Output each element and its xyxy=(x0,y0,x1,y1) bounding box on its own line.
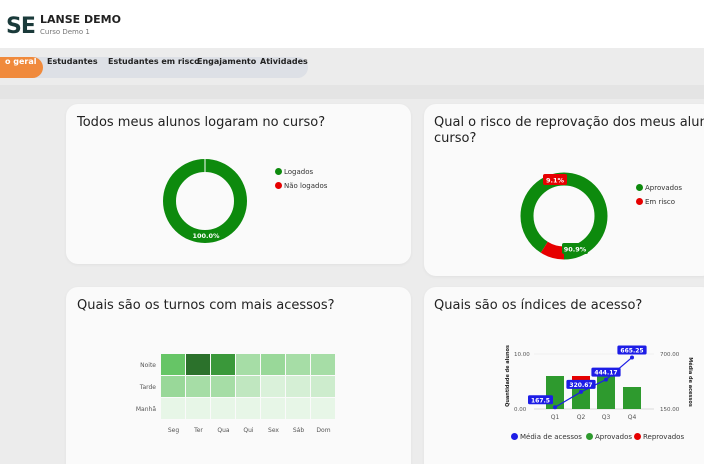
heatmap-cell xyxy=(211,376,235,397)
right-axis-title: Média de acessos xyxy=(687,357,694,407)
heatmap-cell xyxy=(311,354,335,375)
avg-access-point xyxy=(604,377,608,382)
left-axis-title: Quantidade de alunos xyxy=(505,345,511,407)
heatmap-col-label: Qua xyxy=(217,427,230,434)
heatmap-cell xyxy=(311,376,335,397)
heatmap-col-label: Dom xyxy=(316,427,330,434)
heatmap-col-label: Qui xyxy=(243,427,254,434)
app-header: SE LANSE DEMO Curso Demo 1 xyxy=(0,0,704,48)
avg-access-label: 167.5 xyxy=(531,397,550,404)
tab-bar: o geral Estudantes Estudantes em risco E… xyxy=(0,57,308,78)
legend-dot-blue xyxy=(511,433,518,440)
tab-students[interactable]: Estudantes xyxy=(47,57,98,78)
legend-dot-green xyxy=(586,433,593,440)
app-title: LANSE DEMO xyxy=(40,13,121,26)
heatmap-col-label: Sex xyxy=(268,427,279,434)
legend-approved: Aprovados xyxy=(586,433,632,441)
tab-activities[interactable]: Atividades xyxy=(260,57,308,78)
heatmap-cell xyxy=(186,376,210,397)
legend-dot-red xyxy=(636,198,643,205)
heatmap-cell xyxy=(311,398,335,419)
right-tick-bottom: 150.00 xyxy=(660,407,680,413)
legend-dot-red xyxy=(275,182,282,189)
legend-dot-green xyxy=(275,168,282,175)
heatmap-cell xyxy=(236,376,260,397)
heatmap-col-label: Seg xyxy=(168,427,180,434)
legend-logged: Logados xyxy=(275,168,313,176)
heatmap-row-label: Tarde xyxy=(139,384,157,391)
bar-approved xyxy=(623,387,641,409)
x-tick-label: Q1 xyxy=(551,414,560,421)
avg-access-label: 665.25 xyxy=(620,347,643,354)
avg-access-point xyxy=(579,389,583,394)
legend-at-risk: Em risco xyxy=(636,198,675,206)
heatmap-cell xyxy=(286,354,310,375)
tab-engagement[interactable]: Engajamento xyxy=(197,57,256,78)
login-value-label: 100.0% xyxy=(192,232,220,240)
access-card: Quais são os índices de acesso? Quantida… xyxy=(424,287,704,464)
shifts-card: Quais são os turnos com mais acessos? No… xyxy=(66,287,411,464)
heatmap-cell xyxy=(211,398,235,419)
heatmap-cell xyxy=(261,398,285,419)
risk-card: Qual o risco de reprovação dos meus alun… xyxy=(424,104,704,276)
left-tick-top: 10.00 xyxy=(514,352,530,358)
heatmap-cell xyxy=(211,354,235,375)
legend-failed: Reprovados xyxy=(634,433,684,441)
heatmap-cell xyxy=(286,398,310,419)
heatmap-row-label: Manhã xyxy=(136,406,156,413)
risk-label-approved: 90.9% xyxy=(564,246,587,254)
course-name: Curso Demo 1 xyxy=(40,28,90,36)
legend-dot-red xyxy=(634,433,641,440)
left-tick-bottom: 0.00 xyxy=(514,407,527,413)
avg-access-label: 444.17 xyxy=(594,370,617,377)
section-band xyxy=(0,85,704,99)
heatmap-col-label: Ter xyxy=(193,427,203,434)
x-tick-label: Q2 xyxy=(577,414,586,421)
avg-access-point xyxy=(630,355,634,360)
legend-not-logged: Não logados xyxy=(275,182,327,190)
heatmap-col-label: Sáb xyxy=(293,427,304,434)
heatmap-cell xyxy=(261,354,285,375)
right-tick-top: 700.00 xyxy=(660,352,680,358)
legend-approved: Aprovados xyxy=(636,184,682,192)
heatmap-cell xyxy=(236,398,260,419)
avg-access-point xyxy=(553,405,557,410)
heatmap-cell xyxy=(161,354,185,375)
heatmap-cell xyxy=(186,354,210,375)
x-tick-label: Q4 xyxy=(628,414,637,421)
tab-overview[interactable]: o geral xyxy=(0,57,43,78)
app-logo: SE xyxy=(6,14,36,39)
login-slice-logged xyxy=(163,159,247,243)
tab-students-at-risk[interactable]: Estudantes em risco xyxy=(108,57,200,78)
heatmap-cell xyxy=(161,376,185,397)
x-tick-label: Q3 xyxy=(602,414,611,421)
heatmap-cell xyxy=(261,376,285,397)
heatmap-cell xyxy=(236,354,260,375)
heatmap-cell xyxy=(186,398,210,419)
heatmap-cell xyxy=(161,398,185,419)
risk-label-at-risk: 9.1% xyxy=(546,177,565,185)
heatmap-cell xyxy=(286,376,310,397)
legend-dot-green xyxy=(636,184,643,191)
heatmap-row-label: Noite xyxy=(140,362,156,369)
login-card: Todos meus alunos logaram no curso? 100.… xyxy=(66,104,411,264)
login-donut-chart: 100.0% xyxy=(163,159,247,243)
legend-avg-access: Média de acessos xyxy=(511,433,582,441)
avg-access-label: 320.67 xyxy=(569,382,592,389)
risk-slice-approved xyxy=(520,172,608,260)
shifts-heatmap: Noite Tarde Manhã Seg Ter Qua Qui Sex Sáb Dom xyxy=(136,354,335,434)
